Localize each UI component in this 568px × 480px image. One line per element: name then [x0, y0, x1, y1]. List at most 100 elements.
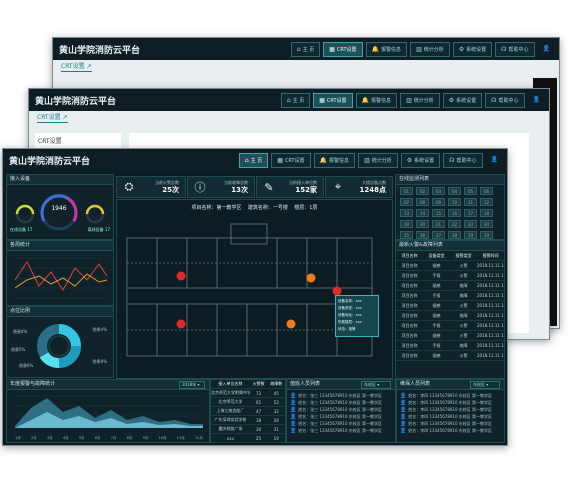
list-item[interactable]: 👤 姓名：张三 13345678910 东校区 第一教学区 — [287, 399, 395, 406]
grid-cell[interactable]: 27 — [432, 231, 445, 239]
user-button[interactable]: 👤 — [486, 153, 503, 166]
grid-cell[interactable]: 13 — [400, 209, 413, 217]
x-tick-label: 2月 — [30, 436, 37, 440]
nav-settings[interactable]: ⚙ 系统设置 — [400, 153, 441, 168]
tab-crt[interactable]: CRT设置 ↗ — [61, 62, 92, 72]
nav-crt[interactable]: ▦ CRT设置 — [271, 153, 311, 168]
table-row[interactable]: 项目名称烟感火警2018.11.11 16:00 — [396, 301, 504, 311]
nav-home[interactable]: ⌂ 主 页 — [280, 93, 311, 108]
table-row[interactable]: 项目名称烟感故障2018.11.11 16:00 — [396, 311, 504, 321]
grid-cell[interactable]: 06 — [480, 187, 493, 195]
grid-cell[interactable]: 03 — [432, 187, 445, 195]
nav-crt[interactable]: ▦ CRT设置 — [313, 93, 353, 108]
device-popup: 设备名称：xxx 设备类型：xxx 设备地址：xxx 所属楼层：xxx 状态：报… — [335, 295, 379, 337]
list-item[interactable]: 👤 姓名：张三 13345678910 东校区 第一教学区 — [287, 392, 395, 399]
grid-cell[interactable]: 26 — [416, 231, 429, 239]
user-button[interactable]: 👤 — [538, 42, 555, 55]
grid-cell[interactable]: 11 — [464, 198, 477, 206]
floor-plan-panel: 项目名称：第一教学区 建筑名称：一号楼 楼层：1层 设备名称：xxx 设备类型：… — [116, 199, 393, 379]
stat-fire-alarms: ⛭ 当前火警总数 25次 — [116, 176, 186, 198]
grid-cell[interactable]: 30 — [480, 231, 493, 239]
grid-cell[interactable]: 01 — [400, 187, 413, 195]
list-item[interactable]: 👤 姓名：李四 13345678910 东校区 第一教学区 — [397, 413, 504, 420]
table-row[interactable]: 项目名称烟感火警2018.11.11 16:00 — [396, 261, 504, 271]
nav-alarm[interactable]: 🔔 报警信息 — [365, 42, 408, 57]
grid-cell[interactable]: 18 — [480, 209, 493, 217]
table-row[interactable]: 北京师范大学附属中学 72 45 — [211, 389, 285, 398]
grid-cell[interactable]: 22 — [448, 220, 461, 228]
list-item[interactable]: 👤 姓名：李四 13345678910 东校区 第一教学区 — [397, 427, 504, 434]
table-row[interactable]: 项目名称烟感火警2018.11.11 16:00 — [396, 331, 504, 341]
table-row[interactable]: 北京师范大学 61 53 — [211, 398, 285, 407]
left-gauge-fill — [15, 204, 35, 215]
grid-cell[interactable]: 12 — [480, 198, 493, 206]
bell-icon: 🔔 — [371, 46, 380, 53]
duty-select[interactable]: 东校区 ▾ — [361, 381, 391, 389]
maintenance-panel: 维保人员列表 东校区 ▾ 👤 姓名：李四 13345678910 东校区 第一教学… — [396, 379, 505, 443]
list-item[interactable]: 👤 姓名：李四 13345678910 东校区 第一教学区 — [397, 392, 504, 399]
table-row[interactable]: 项目名称烟感故障2018.11.11 16:00 — [396, 281, 504, 291]
nav-home[interactable]: ⌂ 主 页 — [290, 42, 321, 57]
nav-stats[interactable]: ▥ 统计分析 — [410, 42, 450, 57]
grid-cell[interactable]: 17 — [464, 209, 477, 217]
year-select[interactable]: 2018年 ▾ — [179, 381, 205, 389]
nav-alarm[interactable]: 🔔 报警信息 — [355, 93, 398, 108]
trend-line-orange — [14, 273, 108, 289]
table-row[interactable]: 重庆铁路广场 30 31 — [211, 425, 285, 434]
table-row[interactable]: xxx2017 — [211, 443, 285, 446]
top-nav: ⌂ 主 页 ▦ CRT设置 🔔 报警信息 ▥ 统计分析 ⚙ 系统设置 ☊ 帮助中心 👤 — [290, 42, 555, 57]
table-row[interactable]: 项目名称手报火警2018.11.11 16:00 — [396, 271, 504, 281]
nav-settings[interactable]: ⚙ 系统设置 — [442, 93, 483, 108]
nav-settings[interactable]: ⚙ 系统设置 — [452, 42, 493, 57]
grid-cell[interactable]: 28 — [448, 231, 461, 239]
list-item[interactable]: 👤 姓名：李四 13345678910 东校区 第一教学区 — [397, 406, 504, 413]
user-button[interactable]: 👤 — [528, 93, 545, 106]
list-item[interactable]: 👤 姓名：张三 13345678910 东校区 第一教学区 — [287, 413, 395, 420]
list-item[interactable]: 👤 姓名：张三 13345678910 东校区 第一教学区 — [287, 406, 395, 413]
grid-cell[interactable]: 15 — [432, 209, 445, 217]
grid-cell[interactable]: 14 — [416, 209, 429, 217]
nav-home[interactable]: ⌂ 主 页 — [238, 153, 269, 168]
pie-label: 隐患4% — [92, 327, 107, 332]
table-row[interactable]: 项目名称手报故障2018.11.11 16:00 — [396, 291, 504, 301]
list-item[interactable]: 👤 姓名：李四 13345678910 东校区 第一教学区 — [397, 420, 504, 427]
grid-cell[interactable]: 16 — [448, 209, 461, 217]
maintenance-select[interactable]: 东校区 ▾ — [470, 381, 500, 389]
nav-alarm[interactable]: 🔔 报警信息 — [313, 153, 356, 168]
app-title: 黄山学院消防云平台 — [59, 45, 141, 56]
grid-cell[interactable]: 29 — [464, 231, 477, 239]
nav-help[interactable]: ☊ 帮助中心 — [485, 93, 525, 108]
table-row[interactable]: 项目名称烟感火警2018.11.11 16:00 — [396, 351, 504, 361]
nav-stats[interactable]: ▥ 统计分析 — [400, 93, 440, 108]
grid-cell[interactable]: 20 — [416, 220, 429, 228]
grid-cell[interactable]: 04 — [448, 187, 461, 195]
list-item[interactable]: 👤 姓名：李四 13345678910 东校区 第一教学区 — [397, 399, 504, 406]
grid-cell[interactable]: 02 — [416, 187, 429, 195]
person-icon: 👤 — [290, 427, 297, 434]
x-tick-label: 4月 — [62, 436, 69, 440]
grid-cell[interactable]: 07 — [400, 198, 413, 206]
list-item[interactable]: 👤 姓名：张三 13345678910 东校区 第一教学区 — [287, 427, 395, 434]
grid-cell[interactable]: 05 — [464, 187, 477, 195]
grid-cell[interactable]: 24 — [480, 220, 493, 228]
table-row[interactable]: 项目名称手报火警2018.11.11 16:00 — [396, 321, 504, 331]
list-item[interactable]: 👤 姓名：张三 13345678910 东校区 第一教学区 — [287, 420, 395, 427]
nav-stats[interactable]: ▥ 统计分析 — [358, 153, 398, 168]
grid-cell[interactable]: 25 — [400, 231, 413, 239]
table-row[interactable]: 广东深圳实验学校 38 28 — [211, 416, 285, 425]
nav-help[interactable]: ☊ 帮助中心 — [443, 153, 483, 168]
table-row[interactable]: 项目名称手报故障2018.11.11 16:00 — [396, 341, 504, 351]
grid-cell[interactable]: 19 — [400, 220, 413, 228]
grid-cell[interactable]: 08 — [416, 198, 429, 206]
tab-crt[interactable]: CRT设置 ↗ — [37, 113, 68, 123]
grid-cell[interactable]: 10 — [448, 198, 461, 206]
x-tick-label: 10月 — [158, 436, 167, 440]
grid-icon: ▦ — [329, 46, 335, 53]
nav-crt[interactable]: ▦ CRT设置 — [323, 42, 363, 57]
nav-help[interactable]: ☊ 帮助中心 — [495, 42, 535, 57]
table-row[interactable]: 上海江南造船厂 47 32 — [211, 407, 285, 416]
grid-cell[interactable]: 23 — [464, 220, 477, 228]
grid-cell[interactable]: 21 — [432, 220, 445, 228]
table-row[interactable]: xxx 25 19 — [211, 434, 285, 443]
grid-cell[interactable]: 09 — [432, 198, 445, 206]
